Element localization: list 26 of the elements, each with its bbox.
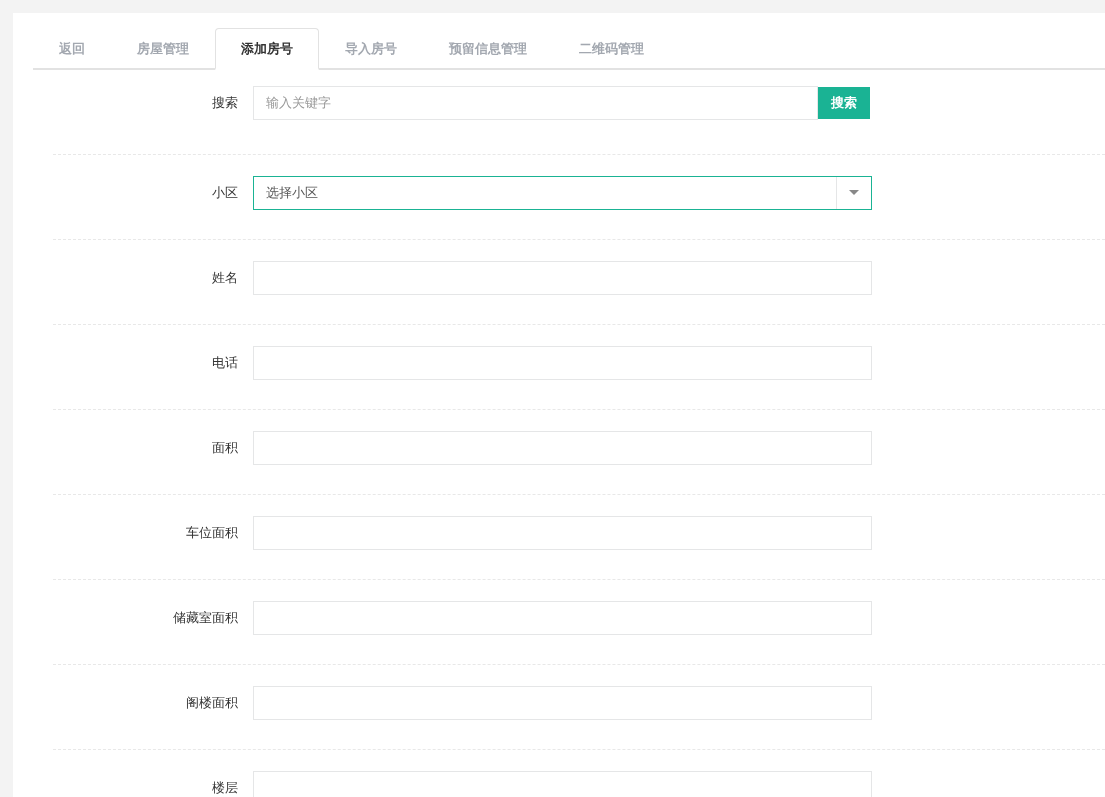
tab[interactable]: 房屋管理 bbox=[111, 28, 215, 68]
tab[interactable]: 返回 bbox=[33, 28, 111, 68]
field-label: 电话 bbox=[211, 353, 239, 372]
field-label: 楼层 bbox=[211, 778, 239, 797]
field-label: 储藏室面积 bbox=[172, 608, 239, 627]
search-button[interactable]: 搜索 bbox=[818, 86, 870, 119]
field-label: 车位面积 bbox=[185, 523, 239, 542]
tab[interactable]: 预留信息管理 bbox=[423, 28, 553, 68]
text-field[interactable] bbox=[253, 260, 872, 295]
text-field[interactable] bbox=[253, 430, 872, 465]
text-field[interactable] bbox=[253, 685, 872, 720]
text-field[interactable] bbox=[253, 600, 872, 635]
caret-icon bbox=[849, 190, 859, 195]
search-field[interactable]: 输入关键字 bbox=[253, 85, 818, 120]
text-field[interactable] bbox=[253, 345, 872, 380]
tab[interactable]: 添加房号 bbox=[215, 28, 319, 70]
select-dropdown[interactable]: 选择小区 bbox=[253, 175, 872, 210]
field-label: 小区 bbox=[211, 183, 239, 202]
field-label: 搜索 bbox=[211, 93, 239, 112]
text-field[interactable] bbox=[253, 770, 872, 797]
field-label: 面积 bbox=[211, 438, 239, 457]
text-field[interactable] bbox=[253, 515, 872, 550]
tab[interactable]: 导入房号 bbox=[319, 28, 423, 68]
tab[interactable]: 二维码管理 bbox=[553, 28, 670, 68]
field-label: 阁楼面积 bbox=[185, 693, 239, 712]
field-label: 姓名 bbox=[211, 268, 239, 287]
